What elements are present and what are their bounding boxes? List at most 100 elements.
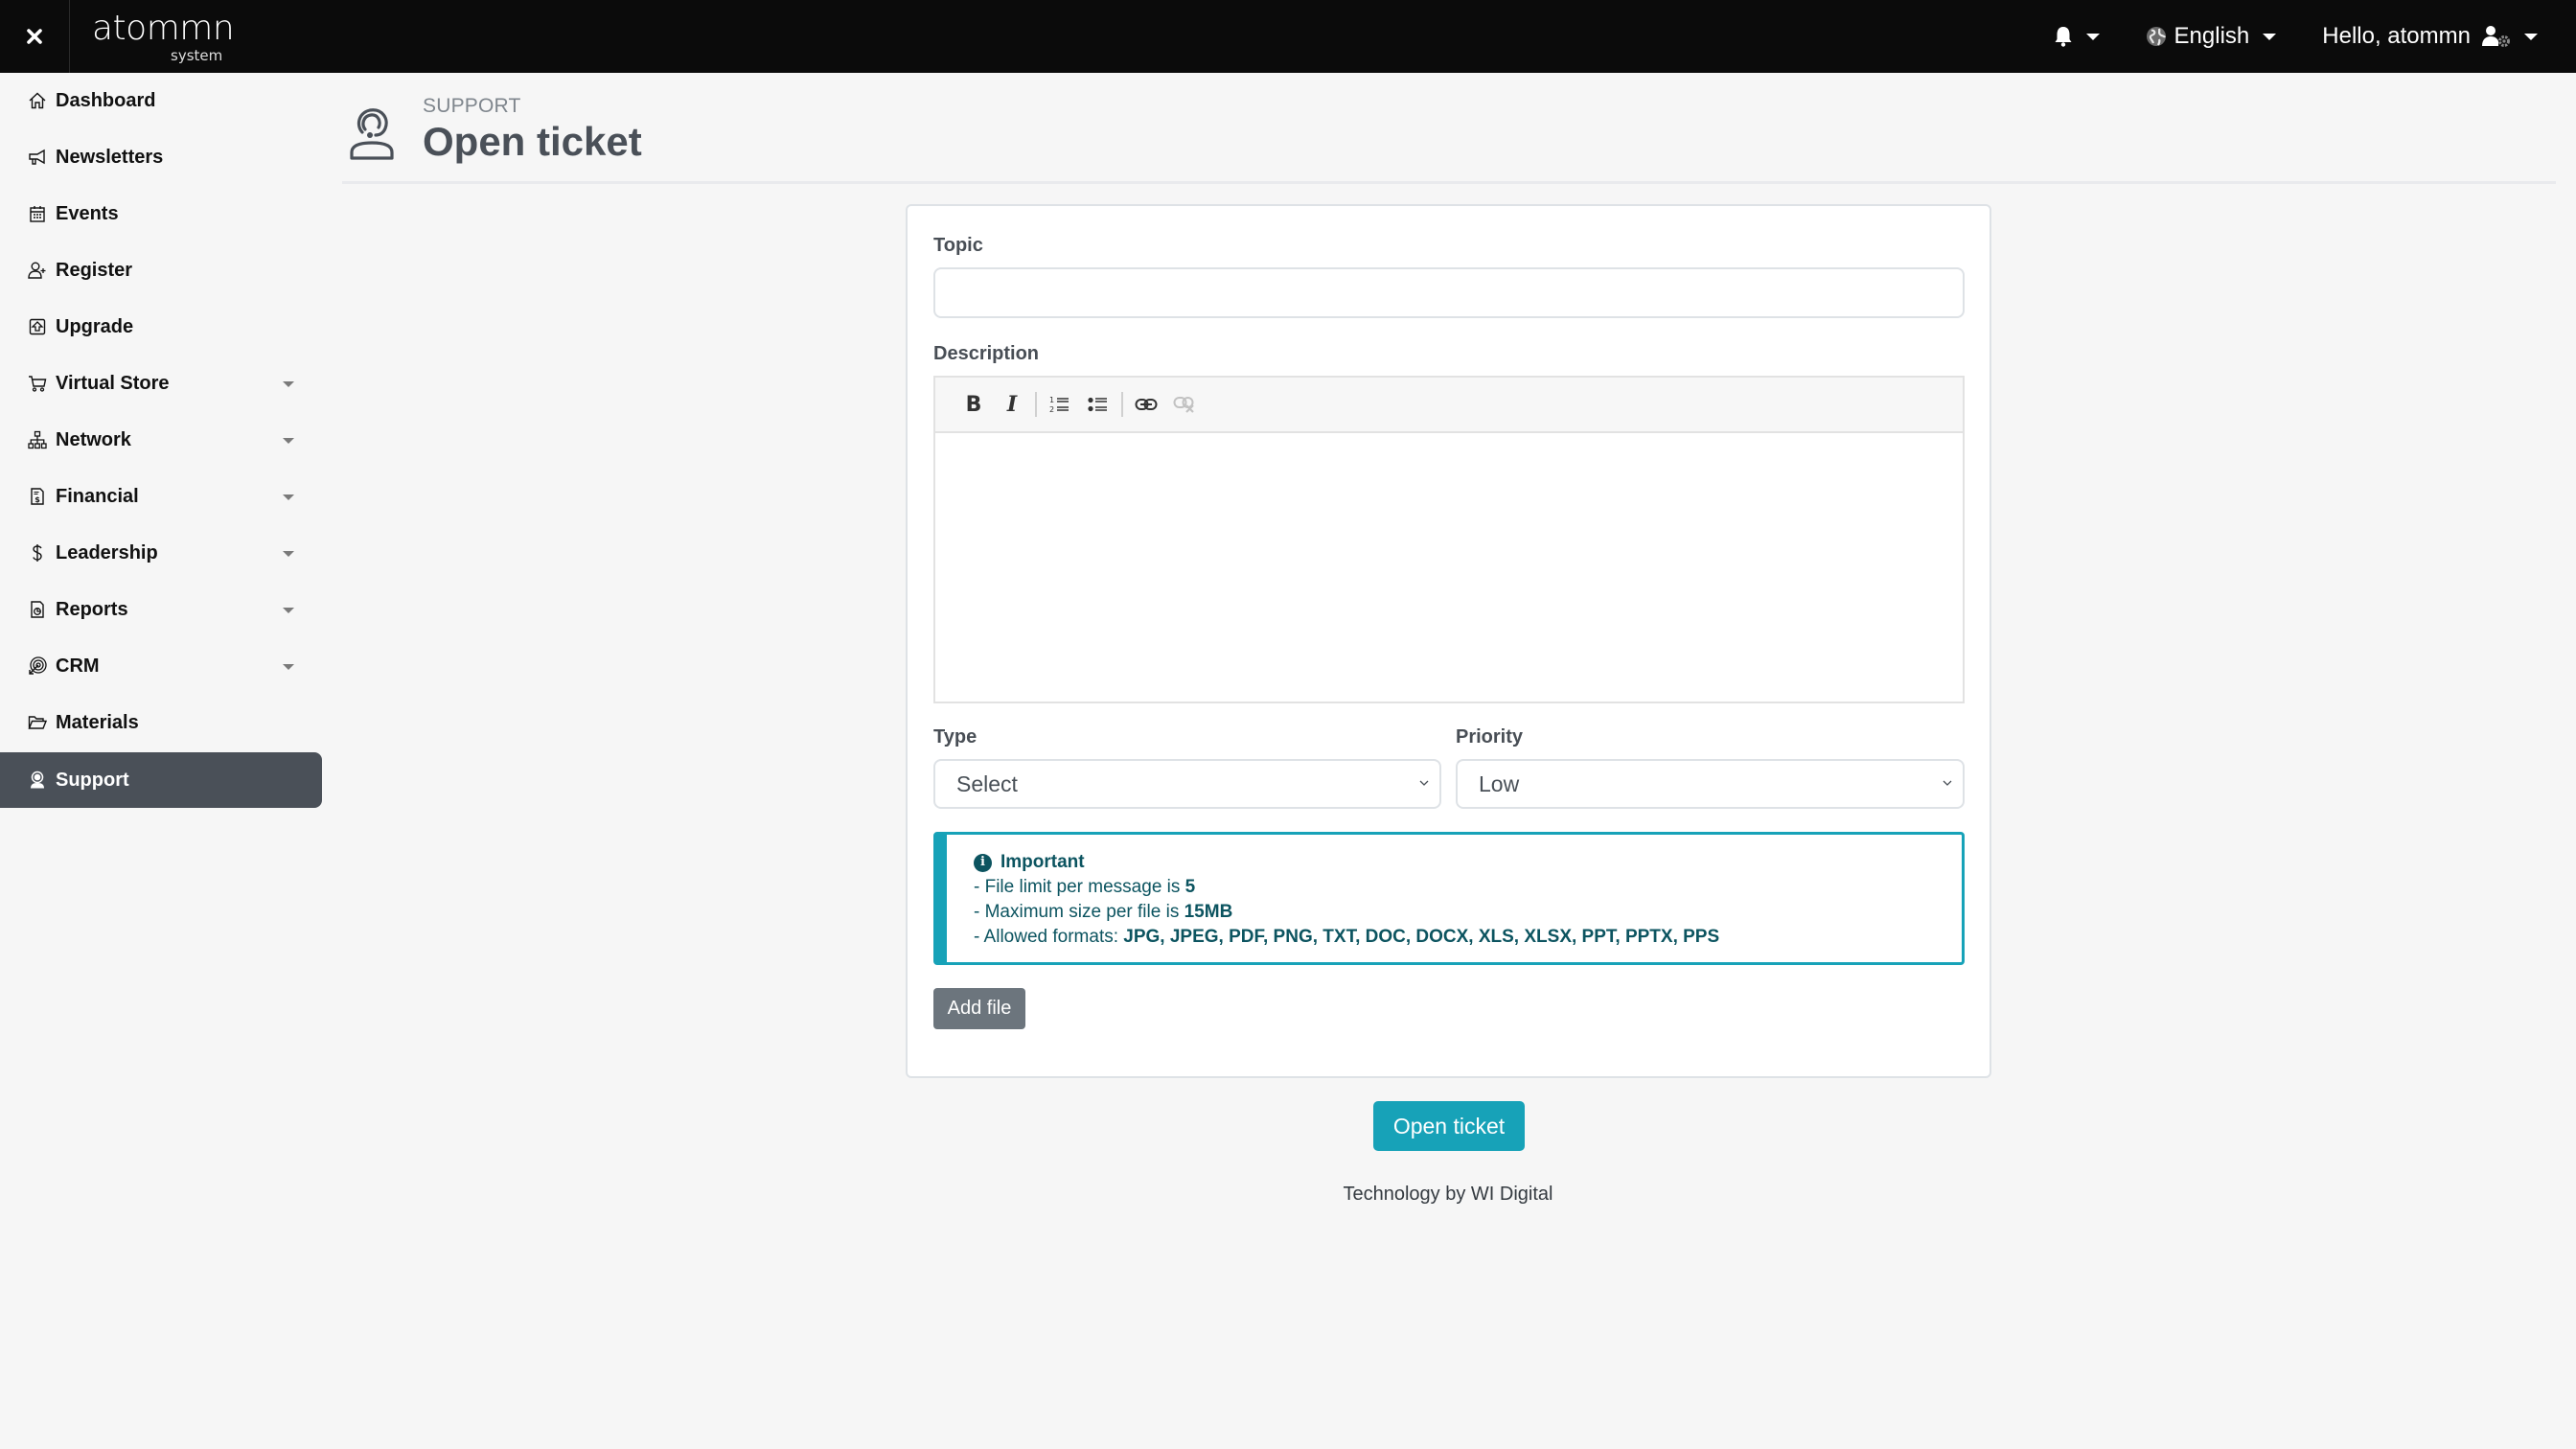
sidebar-item-events[interactable]: Events: [0, 186, 322, 242]
file-upload-notice: i Important - File limit per message is …: [933, 832, 1965, 965]
calendar-icon: [27, 203, 48, 224]
type-select[interactable]: Select: [933, 759, 1441, 809]
chevron-down-icon: [283, 438, 294, 444]
logo-brand-text: atommn: [92, 9, 234, 48]
target-icon: [27, 656, 48, 677]
sidebar-item-label: Virtual Store: [56, 372, 170, 394]
toolbar-separator: [1035, 392, 1037, 417]
link-button[interactable]: [1127, 385, 1165, 424]
home-icon: [27, 90, 48, 111]
sidebar-item-dashboard[interactable]: Dashboard: [0, 73, 322, 128]
user-gear-icon: [2482, 26, 2510, 47]
sidebar-item-virtual-store[interactable]: Virtual Store: [0, 356, 322, 411]
sidebar-item-label: Dashboard: [56, 89, 156, 111]
unordered-list-icon: [1088, 397, 1107, 412]
description-textarea[interactable]: [935, 433, 1963, 702]
sidebar-item-label: Support: [56, 769, 129, 791]
chevron-down-icon: [2085, 33, 2100, 40]
ticket-form-card: Topic Description B I 12 Type Select Pri…: [906, 204, 1991, 1078]
priority-label: Priority: [1456, 726, 1524, 748]
cart-icon: [27, 373, 48, 394]
italic-icon: I: [1006, 392, 1018, 417]
sidebar-item-label: Financial: [56, 485, 139, 507]
sidebar-item-network[interactable]: Network: [0, 412, 322, 468]
close-icon: [27, 29, 42, 44]
upgrade-icon: [27, 316, 48, 337]
logo-sub-text: system: [171, 47, 222, 64]
brand-logo[interactable]: atommn system: [92, 8, 236, 65]
description-label: Description: [933, 343, 1040, 364]
svg-text:1: 1: [1049, 396, 1054, 404]
sidebar: Dashboard Newsletters Events Register Up…: [0, 73, 322, 1449]
svg-text:2: 2: [1049, 405, 1054, 414]
page-title: Open ticket: [423, 119, 642, 164]
chevron-down-icon: [283, 608, 294, 613]
priority-select[interactable]: Low: [1456, 759, 1965, 809]
notice-title: i Important: [974, 850, 1962, 875]
close-sidebar-button[interactable]: [0, 0, 70, 73]
sidebar-item-register[interactable]: Register: [0, 242, 322, 298]
sidebar-item-crm[interactable]: CRM: [0, 638, 322, 694]
notice-value: 5: [1184, 877, 1196, 897]
italic-button[interactable]: I: [993, 385, 1031, 424]
notice-value: JPG, JPEG, PDF, PNG, TXT, DOC, DOCX, XLS…: [1123, 927, 1720, 947]
sidebar-item-label: Reports: [56, 598, 128, 620]
notice-title-text: Important: [1000, 852, 1085, 872]
toolbar-separator: [1121, 392, 1123, 417]
sidebar-item-label: Materials: [56, 711, 139, 733]
sidebar-item-financial[interactable]: $ Financial: [0, 469, 322, 524]
notice-text: - Maximum size per file is: [974, 902, 1184, 922]
report-icon: [27, 599, 48, 620]
sidebar-item-label: CRM: [56, 655, 100, 677]
notice-line-max-size: - Maximum size per file is 15MB: [974, 900, 1962, 925]
sidebar-item-materials[interactable]: Materials: [0, 695, 322, 750]
footer-credit: Technology by WI Digital: [1343, 1184, 1553, 1205]
user-menu-dropdown[interactable]: Hello, atommn: [2322, 23, 2538, 50]
sidebar-item-reports[interactable]: Reports: [0, 582, 322, 637]
topic-input[interactable]: [933, 267, 1965, 318]
user-greeting: Hello, atommn: [2322, 23, 2471, 49]
sidebar-item-label: Upgrade: [56, 315, 134, 337]
chevron-down-icon: [283, 494, 294, 500]
folder-icon: [27, 712, 48, 733]
type-select-value: Select: [956, 770, 1018, 796]
support-agent-icon: [350, 108, 394, 160]
chevron-down-icon: [283, 551, 294, 557]
sidebar-item-newsletters[interactable]: Newsletters: [0, 129, 322, 185]
open-ticket-button[interactable]: Open ticket: [1373, 1101, 1525, 1151]
chevron-down-icon: [283, 381, 294, 387]
notifications-dropdown[interactable]: [2054, 26, 2100, 47]
sidebar-item-label: Leadership: [56, 541, 158, 564]
notice-line-file-limit: - File limit per message is 5: [974, 875, 1962, 900]
network-icon: [27, 429, 48, 450]
ordered-list-button[interactable]: 12: [1041, 385, 1079, 424]
link-icon: [1135, 399, 1158, 410]
add-file-button[interactable]: Add file: [933, 988, 1025, 1029]
sidebar-item-label: Network: [56, 428, 131, 450]
globe-icon: [2146, 27, 2166, 46]
page-header-divider: [342, 181, 2556, 184]
description-editor: B I 12: [933, 376, 1965, 703]
user-plus-icon: [27, 260, 48, 281]
unlink-icon: [1173, 397, 1194, 413]
notice-text: - File limit per message is: [974, 877, 1185, 897]
page-section-label: SUPPORT: [423, 95, 521, 117]
sidebar-item-support[interactable]: Support: [0, 752, 322, 808]
unordered-list-button[interactable]: [1079, 385, 1117, 424]
sidebar-item-leadership[interactable]: Leadership: [0, 525, 322, 581]
sidebar-item-upgrade[interactable]: Upgrade: [0, 299, 322, 355]
bold-button[interactable]: B: [954, 385, 993, 424]
language-label: English: [2174, 23, 2250, 49]
info-icon: i: [974, 853, 992, 872]
top-navbar: atommn system English Hello, atommn: [0, 0, 2576, 73]
sidebar-item-label: Newsletters: [56, 146, 164, 168]
dollar-icon: [27, 542, 48, 564]
type-label: Type: [933, 726, 978, 748]
sidebar-item-label: Register: [56, 259, 133, 281]
language-dropdown[interactable]: English: [2146, 23, 2277, 50]
notice-value: 15MB: [1184, 902, 1233, 922]
bell-icon: [2055, 27, 2072, 47]
chevron-down-icon: [2263, 33, 2277, 40]
chevron-down-icon: [2524, 33, 2538, 40]
unlink-button[interactable]: [1165, 385, 1204, 424]
